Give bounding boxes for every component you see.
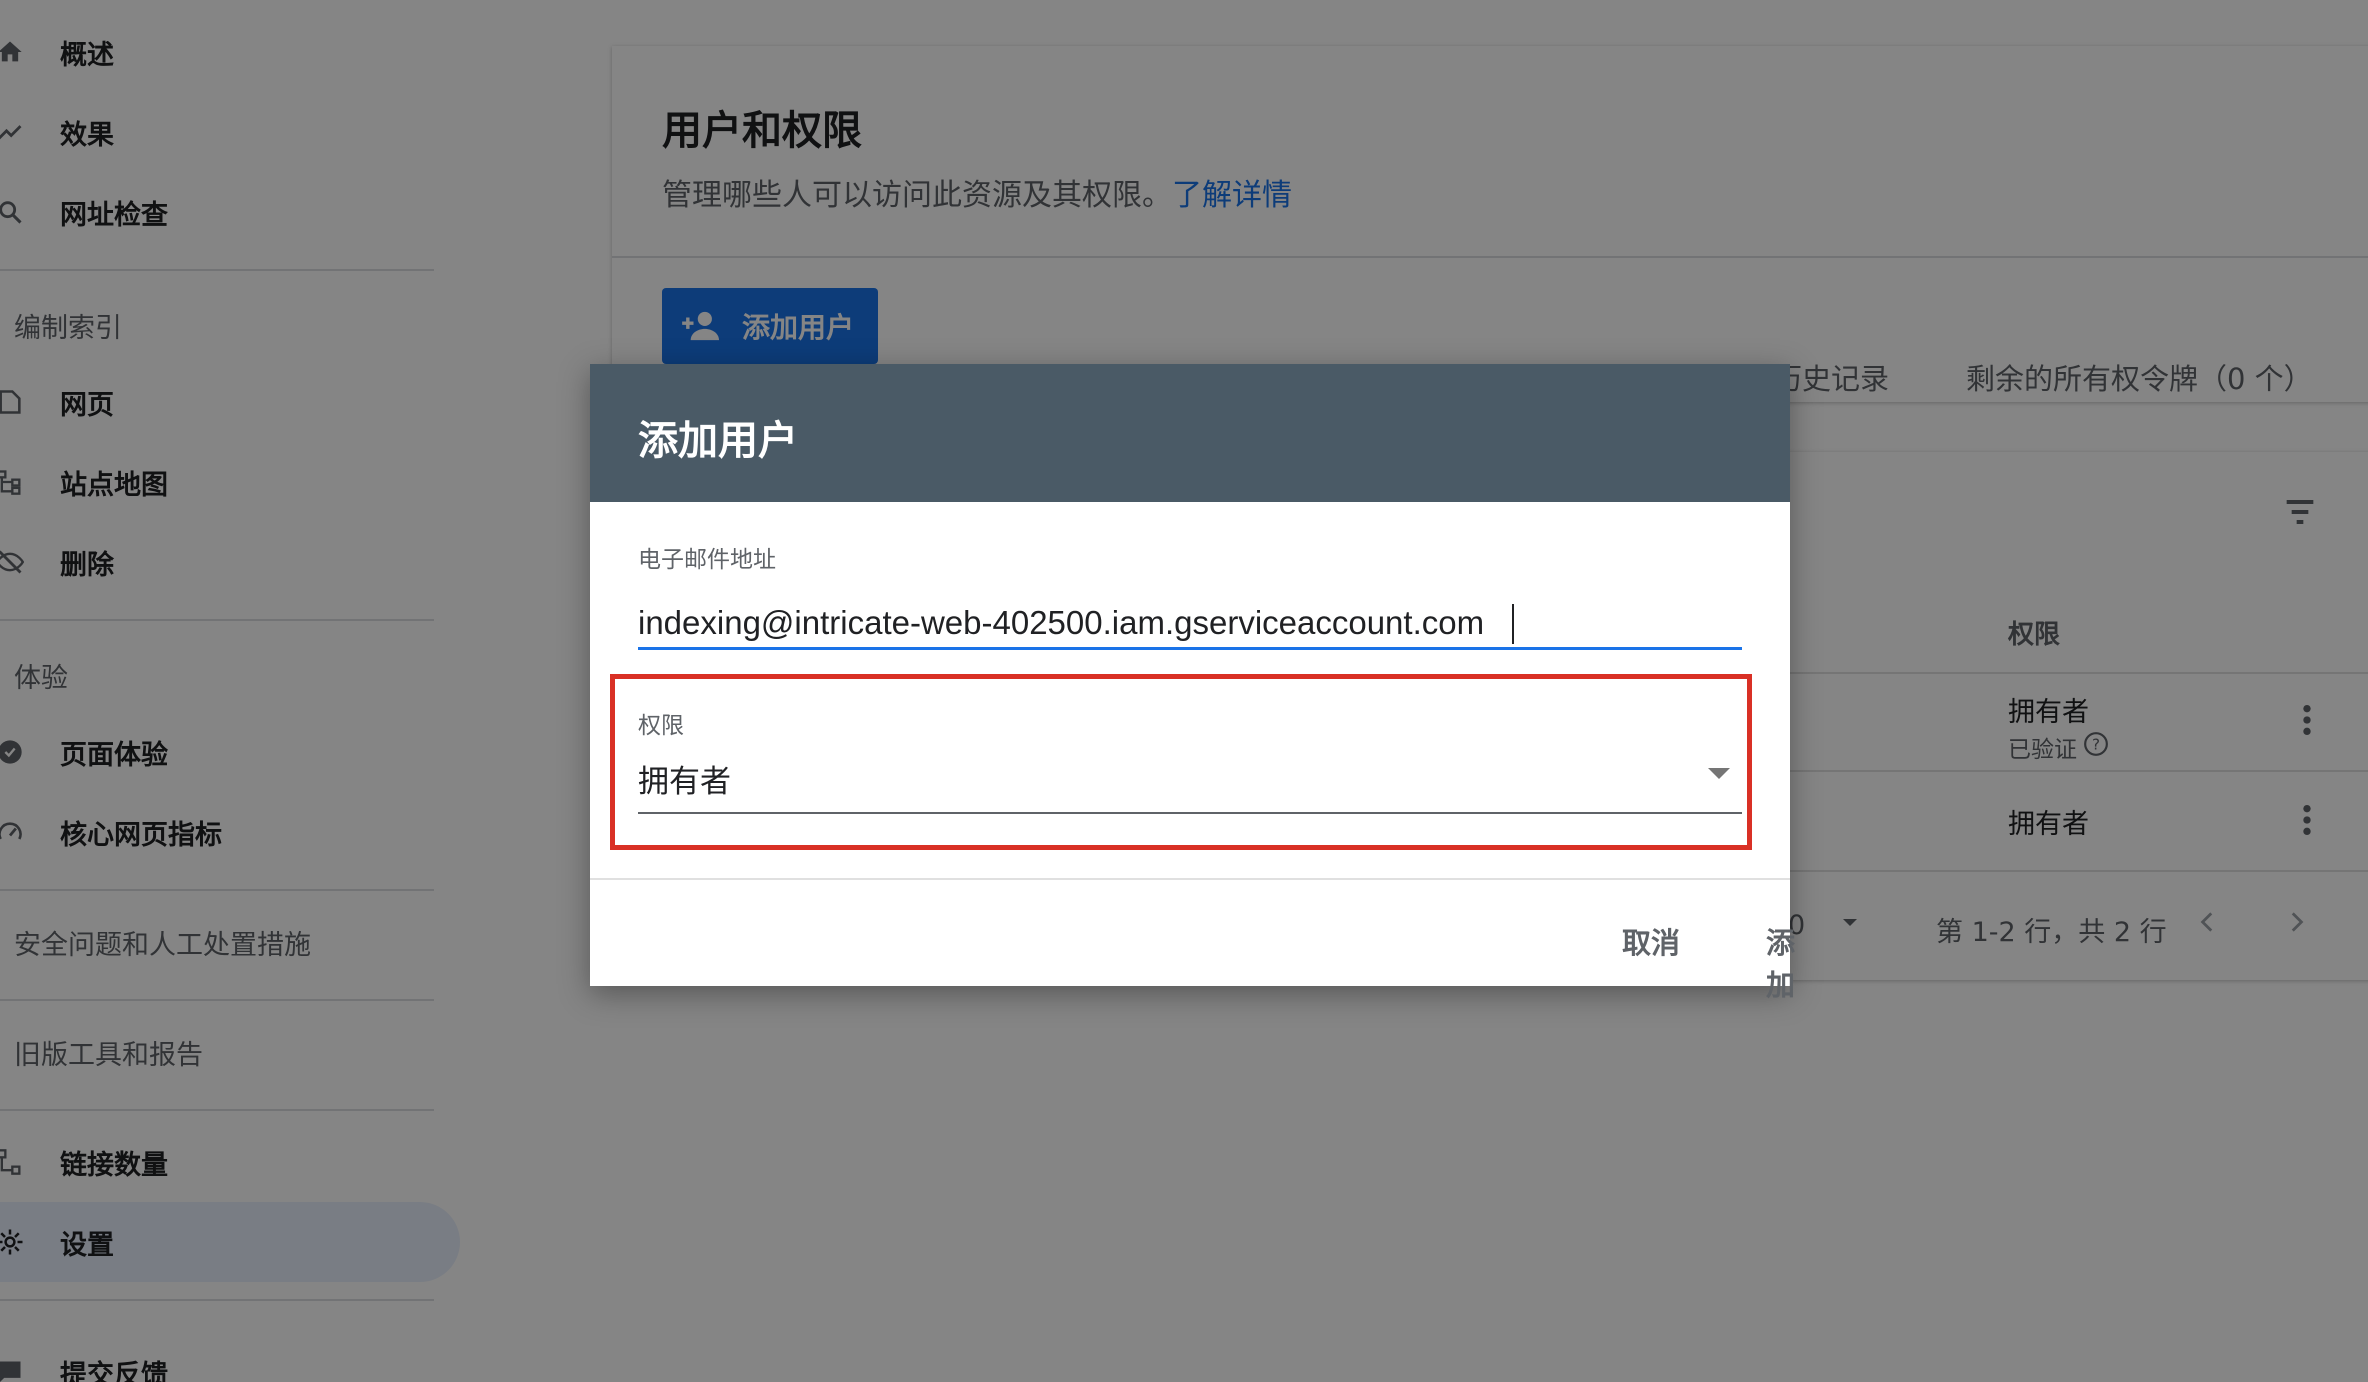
add-user-dialog: 添加用户 电子邮件地址 权限 拥有者 取消 添加: [590, 364, 1795, 1002]
email-label: 电子邮件地址: [638, 547, 776, 573]
dialog-header: 添加用户: [590, 364, 1790, 502]
dialog-title: 添加用户: [638, 418, 798, 464]
permission-select-value[interactable]: 拥有者: [638, 756, 731, 801]
permission-highlight: [610, 674, 1752, 850]
add-button[interactable]: 添加: [1754, 912, 1807, 1012]
permission-label: 权限: [638, 713, 684, 739]
cancel-button[interactable]: 取消: [1610, 912, 1692, 970]
dialog-divider: [590, 878, 1790, 880]
text-caret: [1512, 604, 1514, 644]
dropdown-arrow-icon[interactable]: [1708, 768, 1730, 779]
select-underline: [638, 812, 1742, 814]
email-field[interactable]: [638, 598, 1742, 650]
